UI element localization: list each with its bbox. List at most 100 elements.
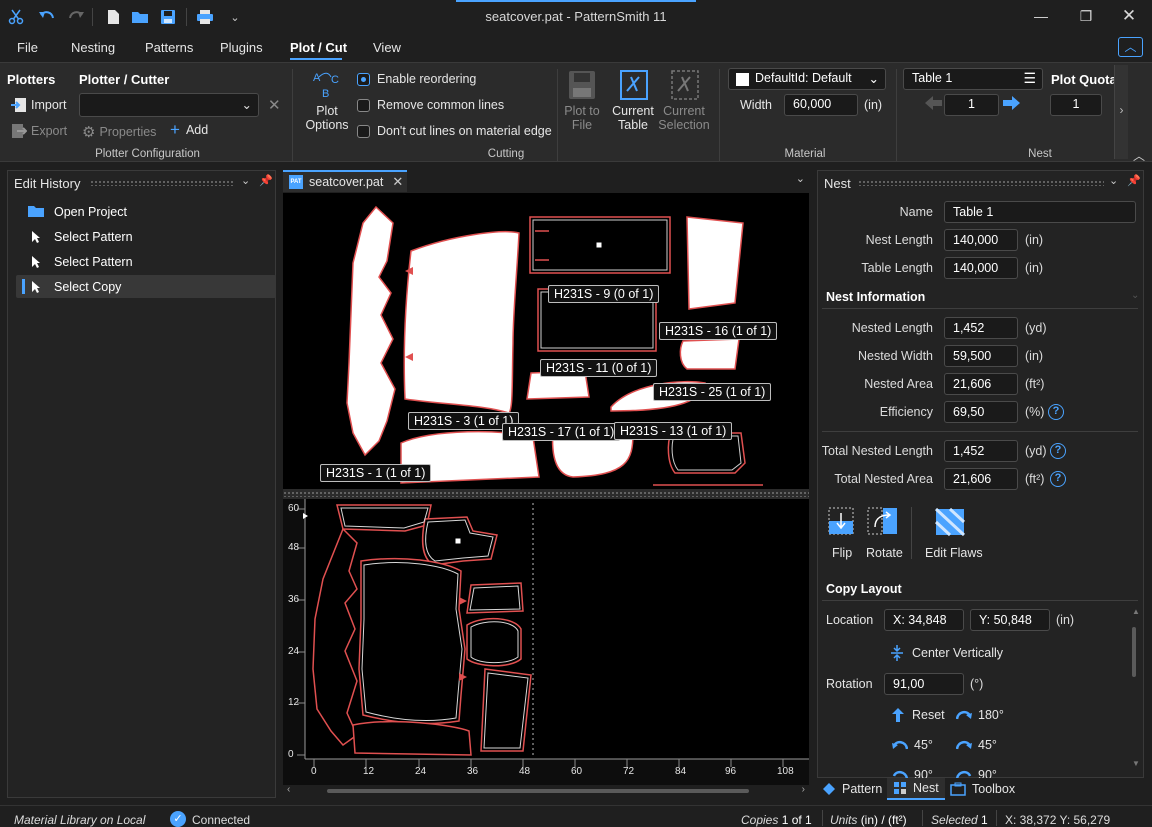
flip-icon[interactable] xyxy=(828,507,854,535)
nested-area-unit: (ft²) xyxy=(1025,377,1045,391)
table-length-input[interactable]: 140,000 xyxy=(944,257,1018,279)
ribbon-scroll-right-button[interactable]: › xyxy=(1114,65,1128,159)
horizontal-scrollbar[interactable]: ‹ › xyxy=(283,784,809,797)
remove-common-lines-label: Remove common lines xyxy=(377,98,505,112)
plot-quota-title: Plot Quota xyxy=(1051,72,1117,87)
rotate-180-button[interactable]: 180° xyxy=(956,708,1004,722)
import-button[interactable]: Import xyxy=(11,97,66,113)
pattern-tag[interactable]: H231S - 16 (1 of 1) xyxy=(659,322,778,340)
pattern-tag[interactable]: H231S - 13 (1 of 1) xyxy=(614,422,733,440)
table-select[interactable]: Table 1 ☰ xyxy=(903,68,1043,90)
pattern-tag[interactable]: H231S - 17 (1 of 1) xyxy=(502,423,621,441)
export-button[interactable]: Export xyxy=(11,123,67,139)
tab-nest[interactable]: Nest xyxy=(887,778,945,800)
tab-pattern[interactable]: Pattern xyxy=(822,778,882,800)
ruler-tick: 72 xyxy=(623,766,635,777)
tab-toolbox[interactable]: Toolbox xyxy=(950,778,1015,800)
menu-plugins[interactable]: Plugins xyxy=(220,40,263,55)
plotter-select[interactable]: ⌄ xyxy=(79,93,259,117)
menu-nesting[interactable]: Nesting xyxy=(71,40,115,55)
menu-plot-cut[interactable]: Plot / Cut xyxy=(290,40,347,55)
close-icon[interactable]: ✕ xyxy=(1106,0,1152,32)
current-selection-button[interactable]: Current Selection xyxy=(658,104,710,132)
pattern-icon xyxy=(823,783,835,795)
reset-rotation-button[interactable]: Reset xyxy=(892,708,945,722)
chevron-down-icon: ⌄ xyxy=(241,98,252,112)
location-y-input[interactable]: Y: 50,848 xyxy=(970,609,1050,631)
help-icon[interactable]: ? xyxy=(1048,404,1064,420)
rotate-45-ccw-button[interactable]: 45° xyxy=(892,738,933,752)
ribbon-collapse-icon[interactable]: ︿ xyxy=(1133,147,1145,164)
menu-file[interactable]: File xyxy=(17,40,38,55)
material-select[interactable]: DefaultId: Default ⌄ xyxy=(728,68,886,90)
ruler-tick: 48 xyxy=(288,542,300,553)
nest-length-input[interactable]: 140,000 xyxy=(944,229,1018,251)
remove-common-lines-checkbox[interactable] xyxy=(357,99,370,112)
name-input[interactable]: Table 1 xyxy=(944,201,1136,223)
table-number-input[interactable]: 1 xyxy=(944,94,999,116)
pin-icon[interactable]: 📌 xyxy=(1127,174,1141,187)
pattern-canvas[interactable]: H231S - 9 (0 of 1) H231S - 16 (1 of 1) H… xyxy=(283,193,809,489)
panel-menu-icon[interactable]: ⌄ xyxy=(241,174,250,187)
total-nested-length-label: Total Nested Length xyxy=(821,444,933,458)
width-input[interactable]: 60,000 xyxy=(784,94,858,116)
tab-list-dropdown-icon[interactable]: ⌄ xyxy=(796,172,805,185)
nest-panel-title: Nest xyxy=(824,176,851,191)
pattern-tag[interactable]: H231S - 1 (1 of 1) xyxy=(320,464,432,482)
nest-canvas[interactable]: 60 48 36 24 12 0 0 12 24 36 48 60 72 84 … xyxy=(283,499,809,785)
panel-menu-icon[interactable]: ⌄ xyxy=(1109,174,1118,187)
arrow-up-icon xyxy=(892,708,904,722)
pin-icon[interactable]: 📌 xyxy=(259,174,273,187)
tab-seatcover[interactable]: PAT seatcover.pat ✕ xyxy=(283,170,407,192)
minimize-icon[interactable]: — xyxy=(1018,0,1064,32)
rotate-45-cw-button[interactable]: 45° xyxy=(956,738,997,752)
location-x-input[interactable]: X: 34,848 xyxy=(884,609,964,631)
previous-table-arrow-icon[interactable] xyxy=(925,95,943,111)
menu-view[interactable]: View xyxy=(373,40,401,55)
pattern-tag[interactable]: H231S - 11 (0 of 1) xyxy=(540,359,658,377)
folder-icon xyxy=(24,205,48,218)
nested-width-label: Nested Width xyxy=(857,349,933,363)
rotate-button[interactable]: Rotate xyxy=(866,546,903,560)
section-collapse-icon[interactable]: ⌄ xyxy=(1131,290,1139,301)
center-vertically-button[interactable]: Center Vertically xyxy=(890,645,1003,661)
rotate-90-cw-button[interactable]: 90° xyxy=(956,768,997,778)
edit-flaws-icon[interactable] xyxy=(934,507,966,537)
menu-patterns[interactable]: Patterns xyxy=(145,40,193,55)
add-plotter-button[interactable]: + Add xyxy=(170,121,208,138)
plot-to-file-button[interactable]: Plot to File xyxy=(561,104,603,132)
collapse-ribbon-button[interactable]: ︿ xyxy=(1118,37,1143,57)
flip-button[interactable]: Flip xyxy=(832,546,852,560)
selected-status: Selected 1 xyxy=(931,813,988,827)
cursor-icon xyxy=(24,280,48,294)
history-item-select-copy[interactable]: Select Copy xyxy=(16,275,276,298)
help-icon[interactable]: ? xyxy=(1050,443,1066,459)
help-icon[interactable]: ? xyxy=(1050,471,1066,487)
pattern-tag[interactable]: H231S - 25 (1 of 1) xyxy=(653,383,772,401)
dont-cut-edge-checkbox[interactable] xyxy=(357,125,370,138)
remove-plotter-icon[interactable]: ✕ xyxy=(268,96,281,114)
rotate-90-ccw-button[interactable]: 90° xyxy=(892,768,933,778)
nest-panel-scrollbar[interactable]: ▲ ▼ xyxy=(1130,607,1140,771)
total-nested-area-label: Total Nested Area xyxy=(834,472,933,486)
plot-quota-input[interactable]: 1 xyxy=(1050,94,1102,116)
export-icon xyxy=(12,124,27,138)
pattern-tag[interactable]: H231S - 9 (0 of 1) xyxy=(548,285,660,303)
history-item-select-pattern[interactable]: Select Pattern xyxy=(16,250,276,273)
canvas-splitter[interactable] xyxy=(283,489,809,499)
ruler-tick: 48 xyxy=(519,766,531,777)
plot-options-button[interactable]: Plot Options xyxy=(300,104,354,132)
history-item-open-project[interactable]: Open Project xyxy=(16,200,276,223)
edit-flaws-button[interactable]: Edit Flaws xyxy=(925,546,983,560)
scrollbar-thumb[interactable] xyxy=(327,789,749,793)
location-unit: (in) xyxy=(1056,613,1075,627)
history-item-select-pattern[interactable]: Select Pattern xyxy=(16,225,276,248)
close-tab-icon[interactable]: ✕ xyxy=(392,174,403,190)
current-table-button[interactable]: Current Table xyxy=(610,104,656,132)
restore-icon[interactable]: ❐ xyxy=(1063,0,1109,32)
next-table-arrow-icon[interactable] xyxy=(1002,95,1020,111)
enable-reordering-checkbox[interactable] xyxy=(357,73,370,86)
rotate-icon[interactable] xyxy=(867,507,899,535)
properties-button[interactable]: ⚙ Properties xyxy=(82,123,156,141)
rotation-input[interactable]: 91,00 xyxy=(884,673,964,695)
